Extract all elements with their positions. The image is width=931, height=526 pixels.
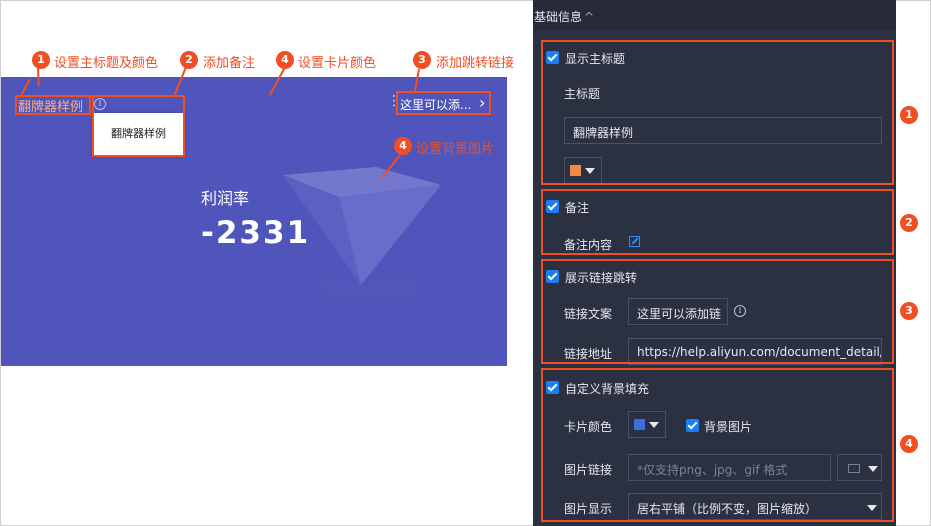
annotation-badge: 1 bbox=[32, 51, 50, 69]
highlight-remark bbox=[92, 95, 185, 157]
annotation-label: 设置卡片颜色 bbox=[298, 56, 377, 71]
section-header-basic-info[interactable]: 基础信息 ^ bbox=[533, 0, 896, 30]
flip-card-preview: 翻牌器样例 i ⋮ 这里可以添... › 利润率 -2331 bbox=[1, 77, 507, 366]
highlight-link bbox=[396, 91, 491, 115]
metric-label: 利润率 bbox=[201, 189, 250, 208]
annotation-badge: 3 bbox=[900, 302, 918, 320]
highlight-section-link bbox=[541, 259, 894, 364]
annotation-label: 设置主标题及颜色 bbox=[54, 56, 159, 71]
highlight-section-remark bbox=[541, 189, 894, 255]
chevron-up-icon[interactable]: ^ bbox=[584, 10, 594, 24]
annotation-badge: 3 bbox=[413, 51, 431, 69]
section-title: 基础信息 bbox=[534, 10, 583, 24]
more-options-icon[interactable]: ⋮ bbox=[387, 94, 401, 108]
annotation-badge: 4 bbox=[276, 51, 294, 69]
highlight-section-title bbox=[541, 40, 894, 185]
highlight-title bbox=[15, 95, 91, 115]
annotation-badge: 2 bbox=[180, 51, 198, 69]
metric-value: -2331 bbox=[201, 215, 311, 251]
annotation-badge: 1 bbox=[900, 106, 918, 124]
annotation-badge: 2 bbox=[900, 214, 918, 232]
highlight-section-background bbox=[541, 368, 894, 522]
annotation-badge: 4 bbox=[900, 435, 918, 453]
annotation-badge: 4 bbox=[394, 137, 412, 155]
annotation-label: 添加备注 bbox=[203, 56, 256, 71]
annotation-label: 设置背景图片 bbox=[416, 142, 495, 157]
annotation-label: 添加跳转链接 bbox=[436, 56, 515, 71]
